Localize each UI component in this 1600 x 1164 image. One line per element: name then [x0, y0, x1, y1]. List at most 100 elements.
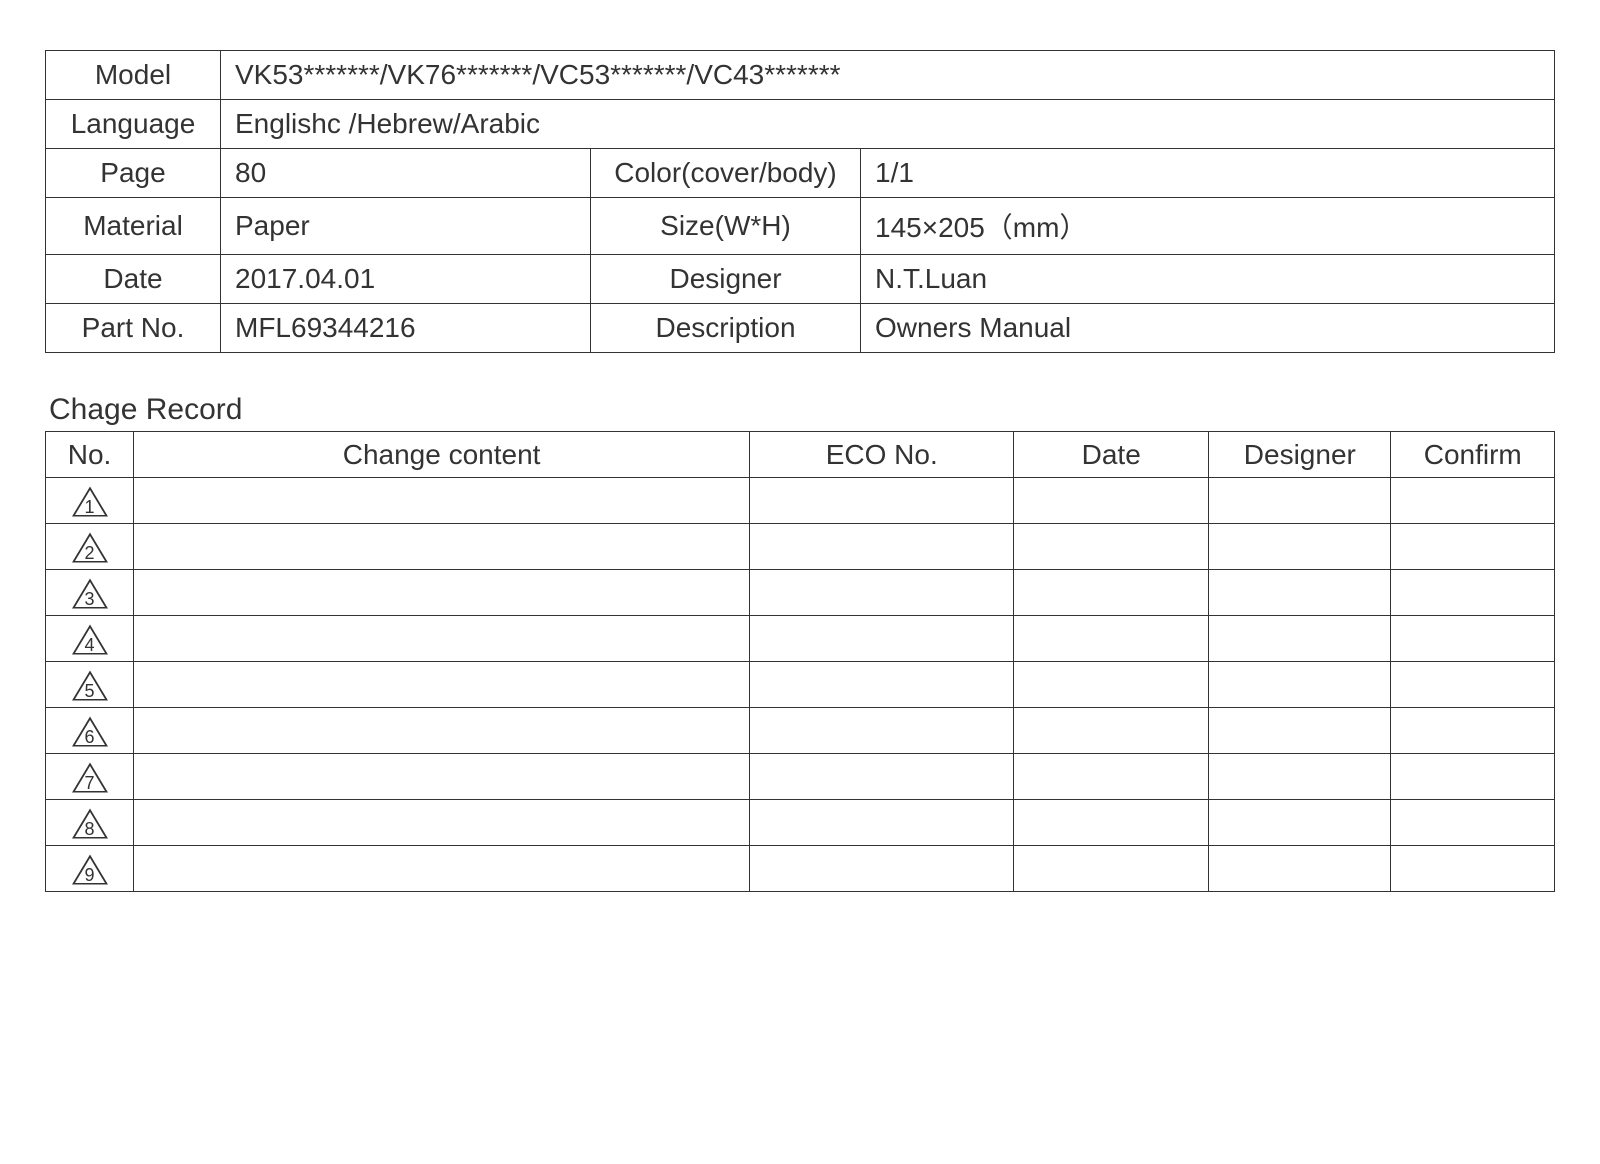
- row-content: [134, 754, 750, 800]
- row-designer: [1209, 478, 1391, 524]
- row-content: [134, 570, 750, 616]
- row-content: [134, 800, 750, 846]
- row-date: [1014, 570, 1209, 616]
- table-row: 4: [46, 616, 1555, 662]
- table-row: 1: [46, 478, 1555, 524]
- change-record-table: No. Change content ECO No. Date Designer…: [45, 431, 1555, 892]
- table-row: 3: [46, 570, 1555, 616]
- row-designer: [1209, 708, 1391, 754]
- triangle-icon: 9: [85, 859, 95, 883]
- row-date: [1014, 524, 1209, 570]
- row-number: 3: [85, 589, 95, 609]
- triangle-icon: 6: [85, 721, 95, 745]
- material-value: Paper: [221, 198, 591, 255]
- row-no: 7: [46, 754, 134, 800]
- triangle-icon: 2: [85, 537, 95, 561]
- header-confirm: Confirm: [1391, 432, 1555, 478]
- row-content: [134, 662, 750, 708]
- row-no: 6: [46, 708, 134, 754]
- header-designer: Designer: [1209, 432, 1391, 478]
- row-date: [1014, 478, 1209, 524]
- header-content: Change content: [134, 432, 750, 478]
- row-no: 3: [46, 570, 134, 616]
- row-number: 9: [85, 865, 95, 885]
- row-no: 5: [46, 662, 134, 708]
- row-no: 8: [46, 800, 134, 846]
- row-number: 6: [85, 727, 95, 747]
- row-confirm: [1391, 708, 1555, 754]
- triangle-icon: 8: [85, 813, 95, 837]
- row-content: [134, 846, 750, 892]
- page-label: Page: [46, 149, 221, 198]
- triangle-icon: 7: [85, 767, 95, 791]
- color-label: Color(cover/body): [591, 149, 861, 198]
- model-label: Model: [46, 51, 221, 100]
- row-confirm: [1391, 570, 1555, 616]
- row-designer: [1209, 754, 1391, 800]
- row-eco: [750, 570, 1014, 616]
- spec-row-partno: Part No. MFL69344216 Description Owners …: [46, 304, 1555, 353]
- row-content: [134, 478, 750, 524]
- row-confirm: [1391, 478, 1555, 524]
- color-value: 1/1: [861, 149, 1555, 198]
- row-designer: [1209, 662, 1391, 708]
- row-no: 4: [46, 616, 134, 662]
- spec-row-page: Page 80 Color(cover/body) 1/1: [46, 149, 1555, 198]
- row-confirm: [1391, 800, 1555, 846]
- row-eco: [750, 478, 1014, 524]
- row-content: [134, 616, 750, 662]
- row-confirm: [1391, 754, 1555, 800]
- row-date: [1014, 708, 1209, 754]
- row-eco: [750, 800, 1014, 846]
- triangle-icon: 1: [85, 491, 95, 515]
- page-value: 80: [221, 149, 591, 198]
- table-row: 9: [46, 846, 1555, 892]
- row-number: 7: [85, 773, 95, 793]
- material-label: Material: [46, 198, 221, 255]
- row-number: 8: [85, 819, 95, 839]
- spec-row-material: Material Paper Size(W*H) 145×205（mm）: [46, 198, 1555, 255]
- model-value: VK53*******/VK76*******/VC53*******/VC43…: [221, 51, 1555, 100]
- table-row: 2: [46, 524, 1555, 570]
- date-value: 2017.04.01: [221, 255, 591, 304]
- designer-label: Designer: [591, 255, 861, 304]
- change-header-row: No. Change content ECO No. Date Designer…: [46, 432, 1555, 478]
- row-date: [1014, 800, 1209, 846]
- header-no: No.: [46, 432, 134, 478]
- row-date: [1014, 846, 1209, 892]
- row-confirm: [1391, 846, 1555, 892]
- row-date: [1014, 616, 1209, 662]
- row-number: 5: [85, 681, 95, 701]
- row-eco: [750, 754, 1014, 800]
- spec-row-language: Language Englishc /Hebrew/Arabic: [46, 100, 1555, 149]
- row-eco: [750, 846, 1014, 892]
- triangle-icon: 3: [85, 583, 95, 607]
- row-no: 2: [46, 524, 134, 570]
- row-confirm: [1391, 662, 1555, 708]
- triangle-icon: 5: [85, 675, 95, 699]
- designer-value: N.T.Luan: [861, 255, 1555, 304]
- row-designer: [1209, 846, 1391, 892]
- header-date: Date: [1014, 432, 1209, 478]
- row-no: 9: [46, 846, 134, 892]
- row-designer: [1209, 800, 1391, 846]
- row-date: [1014, 662, 1209, 708]
- date-label: Date: [46, 255, 221, 304]
- description-value: Owners Manual: [861, 304, 1555, 353]
- row-number: 4: [85, 635, 95, 655]
- partno-label: Part No.: [46, 304, 221, 353]
- size-label: Size(W*H): [591, 198, 861, 255]
- table-row: 6: [46, 708, 1555, 754]
- row-content: [134, 524, 750, 570]
- description-label: Description: [591, 304, 861, 353]
- row-number: 2: [85, 543, 95, 563]
- spec-row-model: Model VK53*******/VK76*******/VC53******…: [46, 51, 1555, 100]
- row-eco: [750, 662, 1014, 708]
- language-value: Englishc /Hebrew/Arabic: [221, 100, 1555, 149]
- row-designer: [1209, 616, 1391, 662]
- row-confirm: [1391, 524, 1555, 570]
- row-confirm: [1391, 616, 1555, 662]
- row-designer: [1209, 570, 1391, 616]
- row-number: 1: [85, 497, 95, 517]
- table-row: 5: [46, 662, 1555, 708]
